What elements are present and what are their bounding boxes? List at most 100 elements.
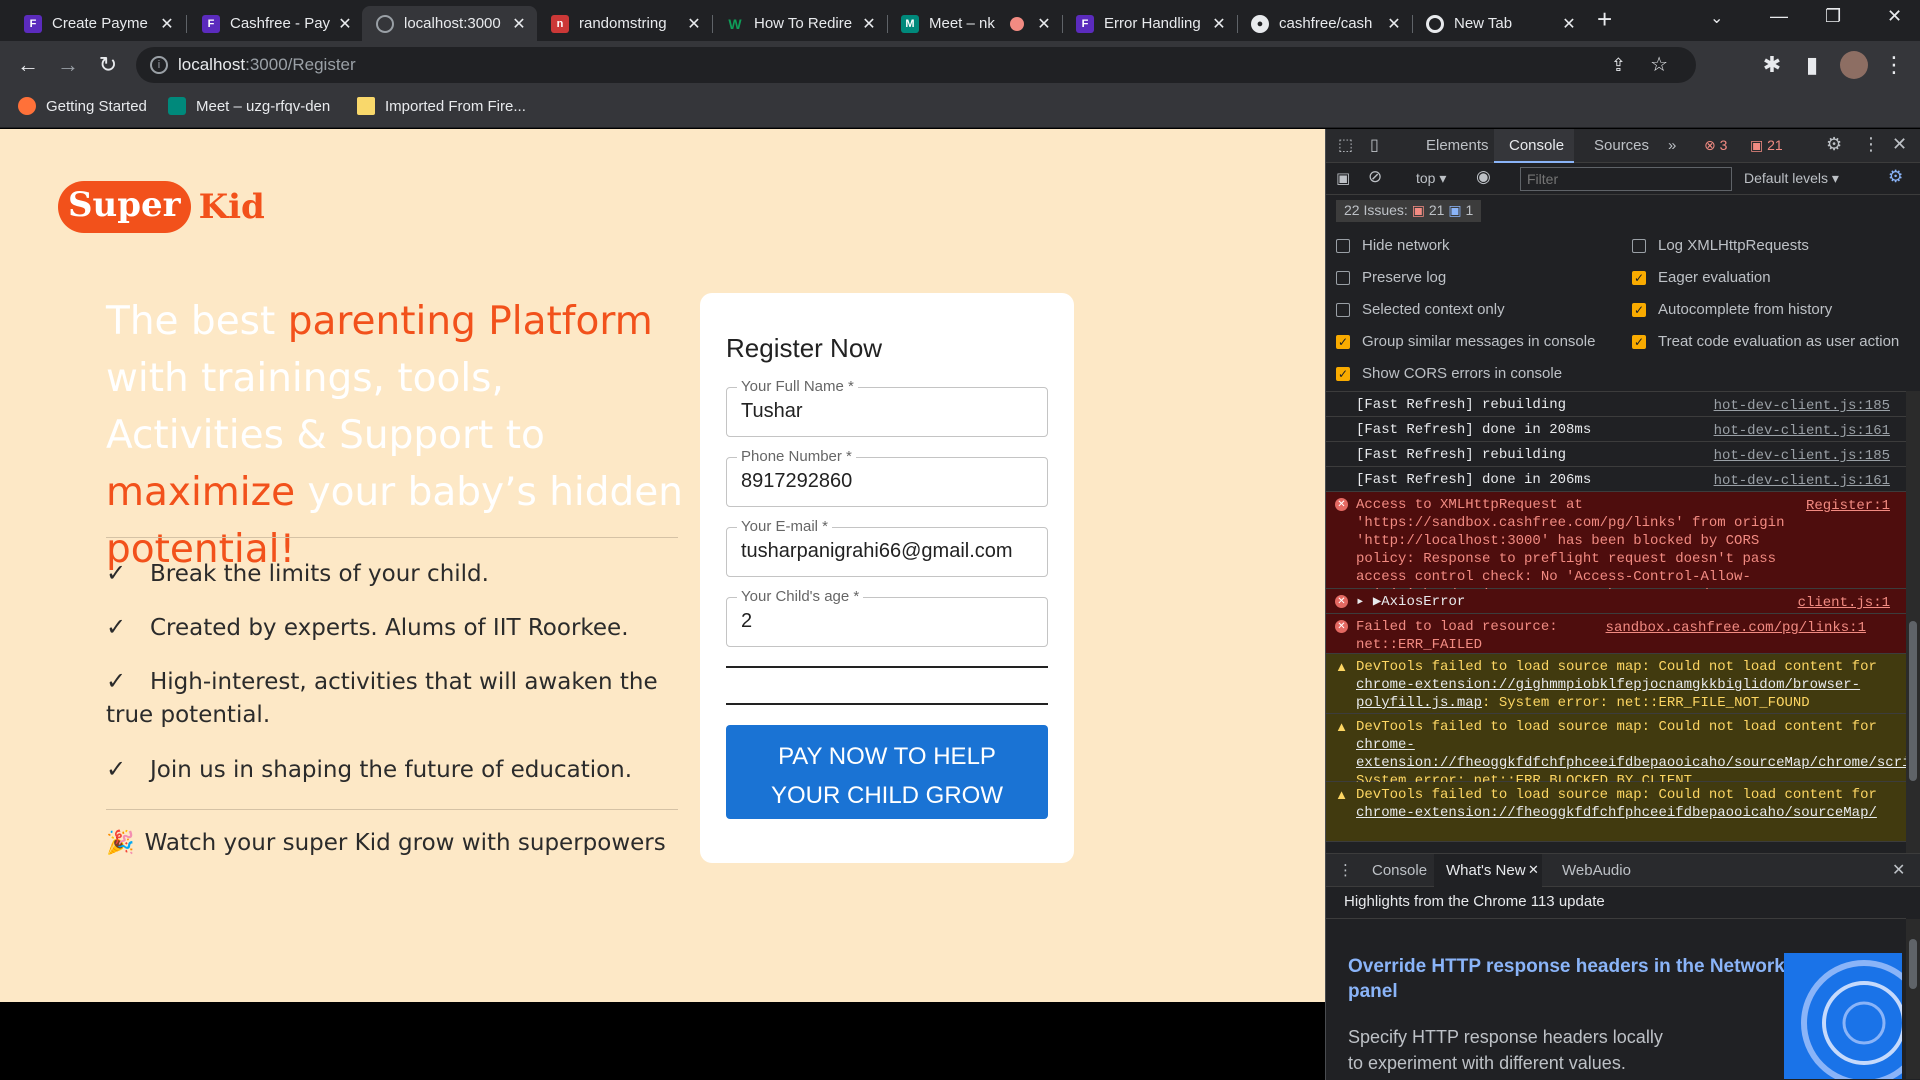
log-source-link[interactable]: hot-dev-client.js:185 — [1714, 447, 1890, 465]
close-drawer-icon[interactable]: ✕ — [1892, 860, 1905, 880]
more-tabs-icon[interactable]: » — [1668, 137, 1676, 154]
console-filter-input[interactable] — [1520, 167, 1732, 191]
child-age-input[interactable] — [741, 610, 1031, 633]
warning-link[interactable]: chrome-extension://fheoggkfdfchfphceeifd… — [1356, 737, 1906, 771]
extensions-icon[interactable]: ✱ — [1756, 49, 1788, 81]
star-icon[interactable]: ☆ — [1650, 47, 1668, 83]
drawer-menu-icon[interactable]: ⋮ — [1338, 861, 1353, 879]
tab-elements[interactable]: Elements — [1426, 137, 1489, 154]
log-source-link[interactable]: hot-dev-client.js:161 — [1714, 472, 1890, 490]
issues-button[interactable]: 22 Issues: ▣ 21 ▣ 1 — [1336, 200, 1482, 222]
device-toolbar-icon[interactable]: ▯ — [1370, 135, 1379, 155]
log-source-link[interactable]: client.js:1 — [1798, 594, 1890, 612]
option-hide-network[interactable]: Hide network — [1336, 237, 1450, 254]
share-icon[interactable]: ⇪ — [1611, 47, 1626, 83]
option-eager-eval[interactable]: ✓ Eager evaluation — [1632, 269, 1771, 286]
eye-icon[interactable]: ◉ — [1476, 167, 1491, 187]
close-tab-icon[interactable]: ✕ — [1528, 862, 1539, 878]
minimize-button[interactable]: — — [1770, 6, 1788, 27]
inspect-icon[interactable]: ⬚ — [1338, 135, 1353, 155]
menu-icon[interactable]: ⋮ — [1878, 49, 1910, 81]
close-icon[interactable]: ✕ — [1209, 14, 1229, 34]
empty-field-line[interactable] — [726, 666, 1048, 668]
restore-button[interactable]: ❐ — [1825, 6, 1841, 27]
bookmark-folder-imported[interactable]: Imported From Fire... — [357, 97, 526, 115]
email-field[interactable]: Your E-mail * — [726, 518, 1048, 577]
browser-tab[interactable]: n randomstring ✕ — [537, 6, 712, 41]
address-bar[interactable]: i localhost:3000/Register ⇪ ☆ — [136, 47, 1696, 83]
log-source-link[interactable]: hot-dev-client.js:161 — [1714, 422, 1890, 440]
checkbox-checked[interactable]: ✓ — [1336, 366, 1350, 381]
clear-console-icon[interactable]: ⊘ — [1368, 167, 1382, 187]
superkid-logo[interactable]: Super Kid — [58, 181, 265, 233]
back-button[interactable]: ← — [12, 49, 44, 81]
scrollbar-thumb[interactable] — [1909, 939, 1917, 989]
full-name-input[interactable] — [741, 400, 1031, 423]
warning-link[interactable]: chrome-extension://fheoggkfdfchfphceeifd… — [1356, 805, 1877, 821]
close-icon[interactable]: ✕ — [1034, 14, 1054, 34]
child-age-field[interactable]: Your Child's age * — [726, 588, 1048, 647]
browser-tab[interactable]: W How To Redire ✕ — [712, 6, 887, 41]
close-icon[interactable]: ✕ — [1384, 14, 1404, 34]
whats-new-title[interactable]: Override HTTP response headers in the Ne… — [1348, 954, 1788, 1004]
close-icon[interactable]: ✕ — [509, 14, 529, 34]
bookmark-meet[interactable]: Meet – uzg-rfqv-den — [168, 97, 330, 115]
close-icon[interactable]: ✕ — [1559, 14, 1579, 34]
log-levels-select[interactable]: Default levels ▾ — [1744, 170, 1839, 187]
checkbox-checked[interactable]: ✓ — [1336, 334, 1350, 349]
drawer-scrollbar[interactable] — [1906, 919, 1920, 1079]
log-source-link[interactable]: sandbox.cashfree.com/pg/links:1 — [1606, 619, 1866, 637]
sidebar-toggle-icon[interactable]: ▣ — [1336, 169, 1350, 187]
checkbox[interactable] — [1336, 270, 1350, 285]
close-icon[interactable]: ✕ — [335, 14, 355, 34]
browser-tab[interactable]: ● cashfree/cash ✕ — [1237, 6, 1412, 41]
context-select[interactable]: top ▾ — [1416, 170, 1446, 187]
option-group-similar[interactable]: ✓ Group similar messages in console — [1336, 333, 1595, 350]
checkbox[interactable] — [1336, 302, 1350, 317]
settings-icon[interactable]: ⚙ — [1826, 134, 1842, 155]
log-source-link[interactable]: Register:1 — [1806, 497, 1890, 515]
close-icon[interactable]: ✕ — [157, 14, 177, 34]
reload-button[interactable]: ↻ — [92, 49, 124, 81]
checkbox-checked[interactable]: ✓ — [1632, 270, 1646, 285]
console-settings-icon[interactable]: ⚙ — [1888, 167, 1903, 187]
option-log-xhr[interactable]: Log XMLHttpRequests — [1632, 237, 1809, 254]
axios-error-entry[interactable]: ✕ ▸ ▶AxiosError client.js:1 — [1326, 589, 1906, 614]
drawer-tab-console[interactable]: Console — [1372, 862, 1427, 879]
option-selected-context[interactable]: Selected context only — [1336, 301, 1505, 318]
browser-tab-active[interactable]: localhost:3000 ✕ — [362, 6, 537, 41]
forward-button[interactable]: → — [52, 49, 84, 81]
pay-now-button[interactable]: PAY NOW TO HELP YOUR CHILD GROW — [726, 725, 1048, 819]
checkbox-checked[interactable]: ✓ — [1632, 302, 1646, 317]
close-devtools-icon[interactable]: ✕ — [1892, 134, 1907, 155]
scrollbar-thumb[interactable] — [1909, 621, 1917, 781]
checkbox-checked[interactable]: ✓ — [1632, 334, 1646, 349]
browser-tab[interactable]: New Tab ✕ — [1412, 6, 1587, 41]
phone-field[interactable]: Phone Number * — [726, 448, 1048, 507]
empty-field-line[interactable] — [726, 703, 1048, 705]
warning-count-badge[interactable]: ▣ 21 — [1750, 137, 1783, 154]
close-icon[interactable]: ✕ — [859, 14, 879, 34]
log-source-link[interactable]: hot-dev-client.js:185 — [1714, 397, 1890, 415]
side-panel-icon[interactable]: ▮ — [1796, 49, 1828, 81]
browser-tab[interactable]: F Cashfree - Pay ✕ — [188, 6, 363, 41]
error-count-badge[interactable]: ⊗ 3 — [1704, 137, 1727, 154]
kebab-menu-icon[interactable]: ⋮ — [1862, 134, 1880, 155]
option-cors-errors[interactable]: ✓ Show CORS errors in console — [1336, 365, 1562, 382]
tab-console[interactable]: Console — [1509, 137, 1564, 154]
checkbox[interactable] — [1336, 238, 1350, 253]
browser-tab[interactable]: M Meet – nk ✕ — [887, 6, 1062, 41]
browser-tab[interactable]: F Create Payme ✕ — [10, 6, 185, 41]
tab-sources[interactable]: Sources — [1594, 137, 1649, 154]
close-icon[interactable]: ✕ — [684, 14, 704, 34]
browser-tab[interactable]: F Error Handling ✕ — [1062, 6, 1237, 41]
option-treat-code[interactable]: ✓ Treat code evaluation as user action — [1632, 333, 1899, 350]
bookmark-getting-started[interactable]: Getting Started — [18, 97, 147, 115]
phone-input[interactable] — [741, 470, 1031, 493]
close-window-button[interactable]: ✕ — [1887, 6, 1902, 27]
full-name-field[interactable]: Your Full Name * — [726, 378, 1048, 437]
email-input[interactable] — [741, 540, 1031, 563]
option-preserve-log[interactable]: Preserve log — [1336, 269, 1446, 286]
checkbox[interactable] — [1632, 238, 1646, 253]
drawer-tab-whats-new[interactable]: What's New — [1446, 862, 1526, 879]
